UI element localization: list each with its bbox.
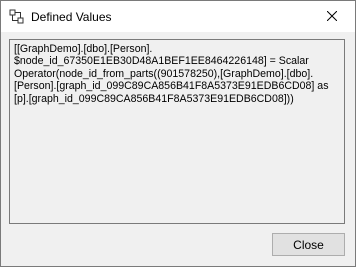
content-line: [[GraphDemo].[dbo].[Person].: [14, 43, 153, 55]
close-window-button[interactable]: [309, 1, 355, 32]
close-icon: [326, 8, 338, 26]
title-bar[interactable]: Defined Values: [1, 1, 355, 32]
content-line: $node_id_67350E1EB30D48A1BEF1EE846422614…: [14, 55, 309, 68]
close-button[interactable]: Close: [272, 233, 345, 256]
window-title: Defined Values: [31, 10, 112, 24]
defined-values-dialog: Defined Values [[GraphDemo].[dbo].[Perso…: [0, 0, 356, 267]
defined-values-icon: [9, 9, 25, 25]
content-line: [Person].[graph_id_099C89CA856B41F8A5373…: [14, 80, 329, 93]
content-line: Operator(node_id_from_parts((901578250),…: [14, 67, 314, 80]
defined-values-text-area[interactable]: [[GraphDemo].[dbo].[Person]. $node_id_67…: [9, 39, 345, 224]
content-line: [p].[graph_id_099C89CA856B41F8A5373E91ED…: [14, 92, 294, 105]
